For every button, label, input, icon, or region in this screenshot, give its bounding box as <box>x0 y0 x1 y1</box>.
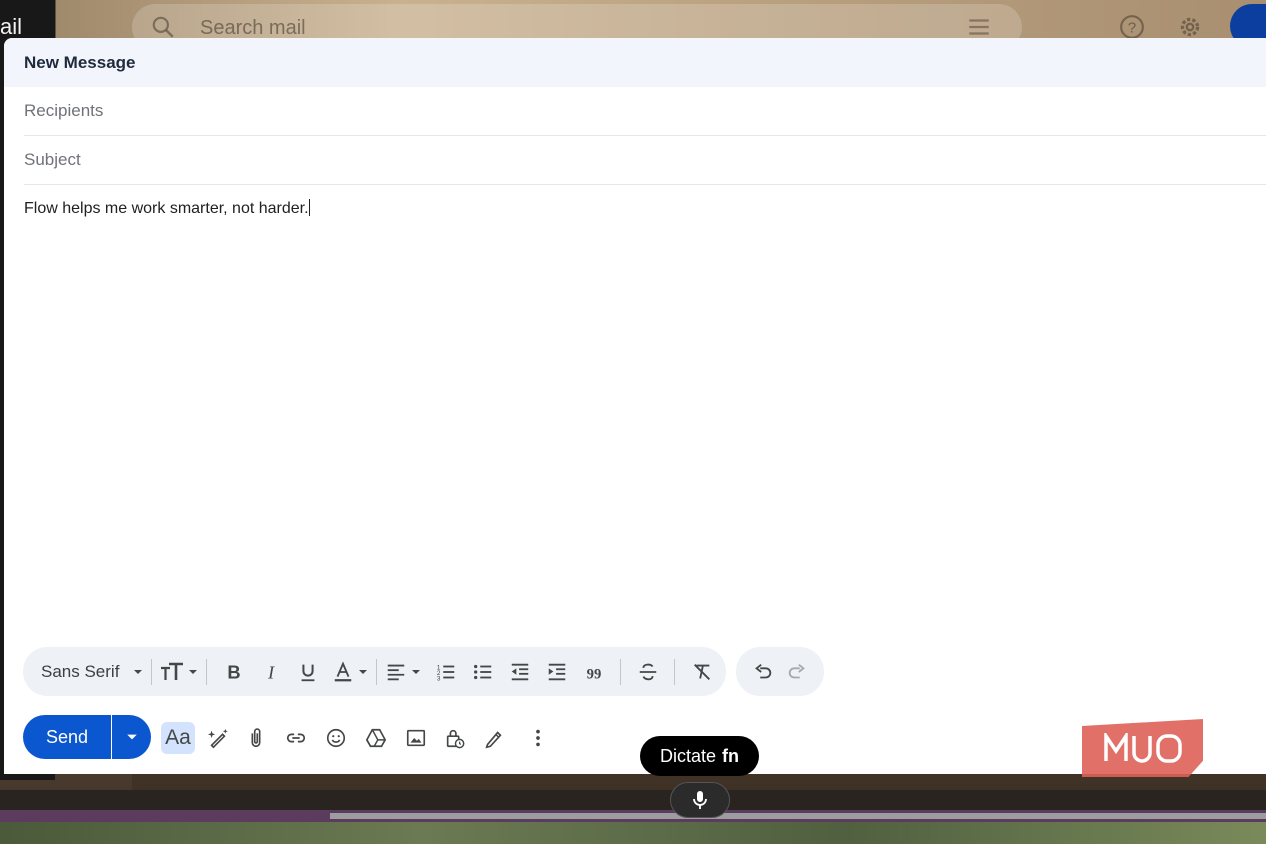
svg-text:I: I <box>267 662 275 682</box>
send-button[interactable]: Send <box>23 715 111 759</box>
background-search-placeholder: Search mail <box>200 17 306 39</box>
help-icon: ? <box>1120 15 1144 39</box>
svg-text:99: 99 <box>587 666 602 682</box>
bulleted-list-button[interactable] <box>464 657 501 687</box>
remove-formatting-icon <box>693 663 710 680</box>
toolbar-divider <box>674 658 676 685</box>
bulleted-list-icon <box>473 664 492 679</box>
help-me-write-icon <box>207 728 228 749</box>
search-icon <box>152 16 174 38</box>
microphone-icon <box>693 791 707 809</box>
text-cursor <box>308 199 310 216</box>
italic-icon: I <box>267 662 275 682</box>
quote-button[interactable]: 99 <box>575 657 612 687</box>
subject-input[interactable] <box>24 150 1224 170</box>
svg-text:?: ? <box>1128 19 1136 36</box>
message-body-text: Flow helps me work smarter, not harder. <box>24 200 309 217</box>
background-app-name: ail <box>0 14 23 39</box>
chevron-down-icon <box>134 669 143 674</box>
strikethrough-icon <box>639 663 657 680</box>
background-strip <box>330 813 1266 819</box>
subject-row <box>24 136 1266 185</box>
insert-signature-button[interactable] <box>478 722 510 754</box>
numbered-list-button[interactable]: 123 <box>427 657 464 687</box>
redo-icon <box>788 663 805 678</box>
confidential-icon <box>446 729 465 749</box>
emoji-icon <box>326 728 346 748</box>
indent-more-button[interactable] <box>538 657 575 687</box>
compose-title: New Message <box>24 52 136 72</box>
chevron-down-icon <box>412 669 421 674</box>
toolbar-divider <box>620 658 622 685</box>
help-me-write-button[interactable] <box>202 722 234 754</box>
formatting-toolbar: Sans Serif B I 1 2 3 99 <box>23 647 726 696</box>
send-options-button[interactable] <box>112 715 151 759</box>
attach-files-button[interactable] <box>240 722 272 754</box>
text-color-icon <box>335 660 352 681</box>
compose-window: New Message Flow helps me work smarter, … <box>4 38 1266 774</box>
insert-emoji-button[interactable] <box>320 722 352 754</box>
more-options-button[interactable] <box>522 722 554 754</box>
chevron-down-icon <box>126 734 137 740</box>
quote-icon: 99 <box>587 666 602 682</box>
confidential-mode-button[interactable] <box>439 722 471 754</box>
muo-watermark <box>1082 719 1203 777</box>
photo-icon <box>406 729 426 747</box>
undo-icon <box>755 663 772 678</box>
underline-button[interactable] <box>289 657 326 687</box>
dictate-tooltip: Dictate fn <box>640 736 759 776</box>
dictate-label: Dictate <box>659 745 717 766</box>
insert-drive-button[interactable] <box>360 722 392 754</box>
toolbar-divider <box>376 658 378 685</box>
link-icon <box>286 733 306 743</box>
toolbar-divider <box>206 658 208 685</box>
bold-icon: B <box>227 661 240 682</box>
drive-icon <box>365 728 387 748</box>
insert-photo-button[interactable] <box>400 722 432 754</box>
toolbar-divider <box>151 658 153 685</box>
underline-icon <box>301 664 315 681</box>
remove-formatting-button[interactable] <box>683 657 720 687</box>
more-options-icon <box>536 729 540 747</box>
dictation-mic-button[interactable] <box>670 782 730 818</box>
indent-more-icon <box>548 663 566 680</box>
text-color-button[interactable] <box>332 657 368 687</box>
italic-button[interactable]: I <box>252 657 289 687</box>
message-body[interactable]: Flow helps me work smarter, not harder. <box>24 199 1266 218</box>
signature-icon <box>485 731 502 749</box>
insert-link-button[interactable] <box>280 722 312 754</box>
chevron-down-icon <box>359 669 368 674</box>
chevron-down-icon <box>189 669 198 674</box>
undo-redo-group <box>736 647 824 696</box>
align-button[interactable] <box>385 657 421 687</box>
svg-text:B: B <box>227 661 240 682</box>
text-size-icon <box>161 662 184 680</box>
redo-button[interactable] <box>780 657 814 687</box>
align-icon <box>388 664 405 680</box>
filter-options-icon <box>969 19 989 35</box>
numbered-list-icon: 123 <box>437 664 455 682</box>
undo-button[interactable] <box>746 657 780 687</box>
attach-icon <box>251 728 261 748</box>
text-size-button[interactable] <box>160 657 198 687</box>
strikethrough-button[interactable] <box>629 657 666 687</box>
background-desktop <box>0 822 1266 844</box>
font-family-label: Sans Serif <box>41 661 120 681</box>
settings-gear-icon <box>1180 17 1200 37</box>
dictate-shortcut: fn <box>722 745 740 766</box>
font-family-select[interactable]: Sans Serif <box>41 657 143 687</box>
svg-text:3: 3 <box>437 675 441 682</box>
formatting-options-button[interactable]: Aa <box>161 722 195 754</box>
background-strip <box>0 790 1266 810</box>
indent-less-button[interactable] <box>501 657 538 687</box>
recipients-input[interactable] <box>24 101 1224 121</box>
recipients-row <box>24 87 1266 136</box>
indent-less-icon <box>511 663 529 680</box>
compose-header[interactable]: New Message <box>4 38 1266 87</box>
muo-logo-icon <box>1104 733 1182 763</box>
bold-button[interactable]: B <box>215 657 252 687</box>
